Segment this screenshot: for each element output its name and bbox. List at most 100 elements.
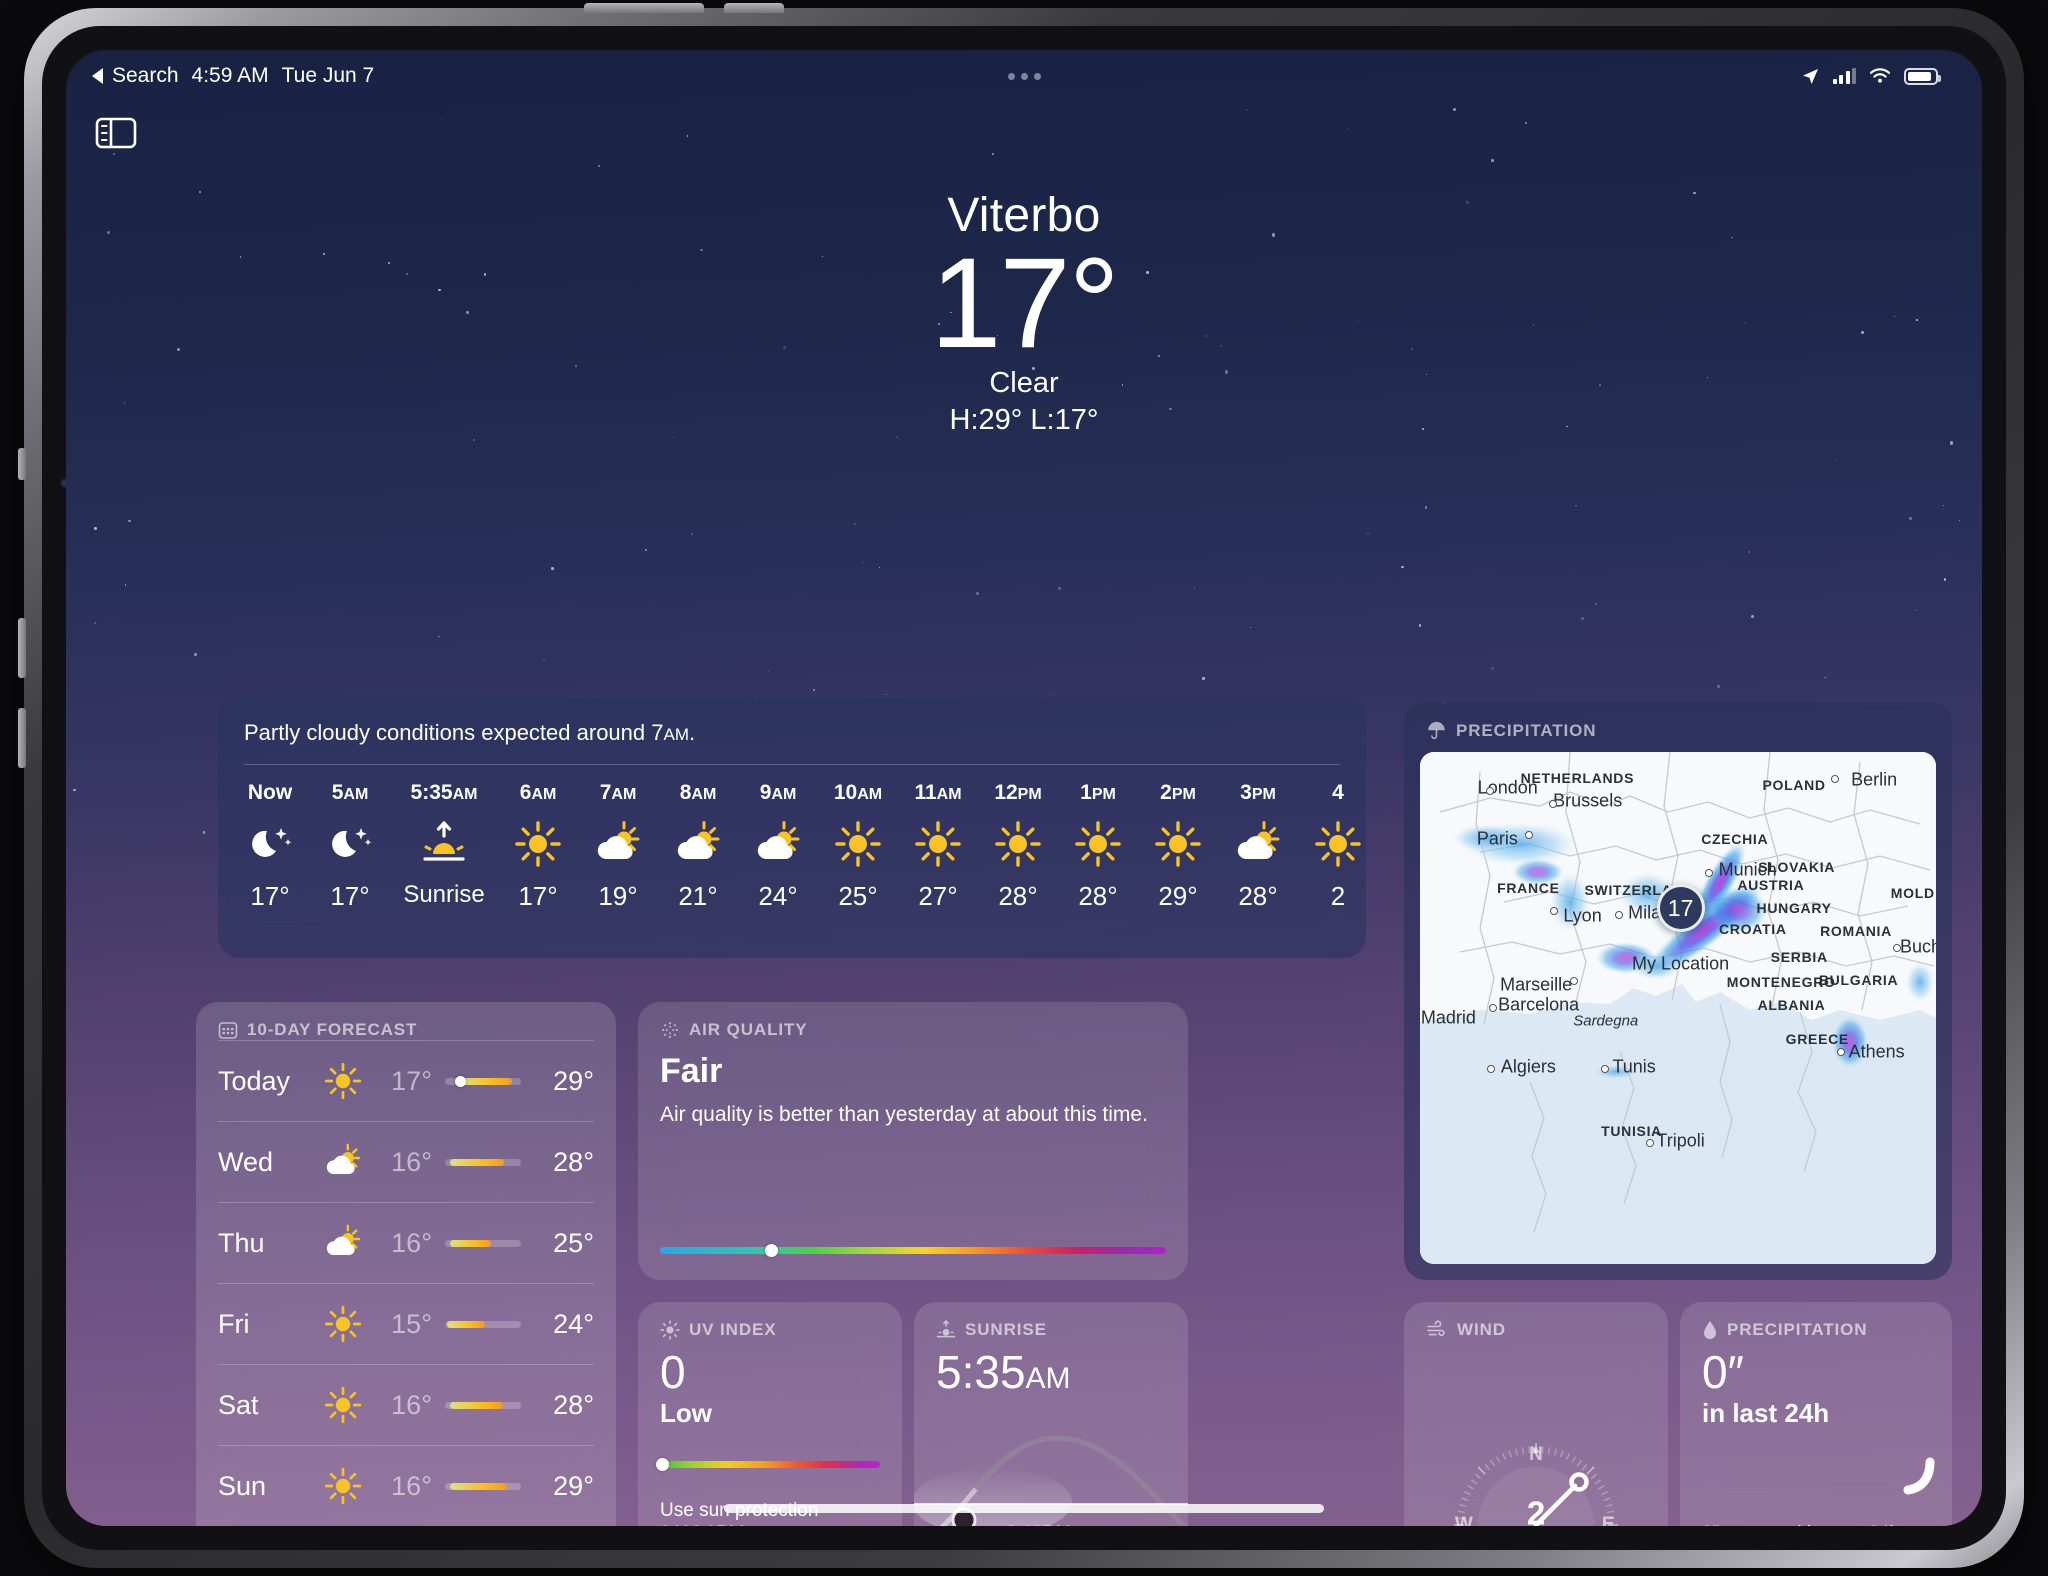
volume-button[interactable] — [584, 3, 704, 13]
map-city-dot — [1549, 799, 1558, 808]
sun-behind-cloud-icon — [326, 1224, 361, 1255]
sunrise-card[interactable]: SUNRISE 5:35AM Sunset: 8:48PM — [914, 1302, 1188, 1526]
hourly-forecast-card[interactable]: Partly cloudy conditions expected around… — [218, 698, 1366, 958]
weather-radar-map[interactable]: NETHERLANDS POLAND CZECHIA SLOVAKIA FRANCE SW… — [1420, 752, 1936, 1264]
forecast-temp-range-fill — [446, 1320, 486, 1328]
wind-compass: N E S W 2 mph — [1441, 1430, 1631, 1526]
ten-day-forecast-card[interactable]: 10-DAY FORECAST Today 17° 29° Wed 16° 28… — [196, 1002, 616, 1526]
map-city-dot — [1486, 786, 1495, 795]
forecast-day-row[interactable]: Sat 16° 28° — [218, 1364, 594, 1445]
precipitation-footer: 0″ expected in next 24h. — [1702, 1522, 1936, 1526]
sun-icon — [324, 1062, 362, 1100]
forecast-temp-range-fill — [449, 1158, 505, 1166]
hourly-item-icon — [310, 815, 390, 873]
hourly-item-icon — [738, 815, 818, 873]
current-temperature: 17° — [930, 231, 1120, 375]
map-country-label: HUNGARY — [1756, 900, 1832, 917]
sunset-footer: Sunset: 8:48PM — [936, 1522, 1172, 1526]
home-indicator[interactable] — [724, 1504, 1324, 1513]
uv-index-header-label: UV INDEX — [689, 1320, 777, 1339]
volume-down-button[interactable] — [18, 708, 26, 768]
map-city-label: Marseille — [1500, 974, 1573, 995]
sun-icon — [515, 821, 561, 867]
precipitation-map-card[interactable]: PRECIPITATION NETHERLANDS POLAND CZECHIA… — [1404, 702, 1952, 1280]
multitask-dots-icon[interactable] — [1007, 72, 1041, 80]
uv-index-scale — [656, 1458, 880, 1471]
sun-icon — [835, 821, 881, 867]
map-country-label: GREECE — [1785, 1030, 1849, 1047]
sun-behind-cloud-icon — [1237, 821, 1280, 859]
map-country-label: ALBANIA — [1757, 997, 1826, 1014]
air-quality-card[interactable]: AIR QUALITY Fair Air quality is better t… — [638, 1002, 1188, 1280]
umbrella-icon — [1428, 721, 1445, 740]
hourly-item-icon — [230, 815, 310, 873]
hourly-item-time: 1PM — [1080, 781, 1116, 804]
hourly-item-icon — [578, 815, 658, 873]
wind-icon — [1427, 1320, 1445, 1337]
forecast-day-row[interactable]: Wed 16° 28° — [218, 1121, 594, 1202]
map-city-dot — [1645, 1138, 1654, 1147]
hourly-item[interactable]: 5:35AM Sunrise — [390, 781, 498, 912]
sun-behind-cloud-icon — [326, 1143, 361, 1174]
hourly-item[interactable]: 3PM 28° — [1218, 781, 1298, 912]
map-city-dot — [1569, 977, 1578, 986]
map-country-label: POLAND — [1762, 777, 1826, 794]
hourly-item[interactable]: 12PM 28° — [978, 781, 1058, 912]
hourly-item[interactable]: Now 17° — [230, 781, 310, 912]
forecast-day-high: 29° — [553, 1470, 594, 1501]
forecast-day-row[interactable]: Thu 16° 25° — [218, 1202, 594, 1283]
forecast-day-low: 16° — [391, 1227, 432, 1258]
hourly-item[interactable]: 10AM 25° — [818, 781, 898, 912]
forecast-temp-range-bar — [445, 1401, 521, 1409]
sun-icon — [324, 1386, 362, 1424]
compass-north-label: N — [1529, 1443, 1543, 1465]
map-city-dot — [1615, 910, 1624, 919]
hourly-item[interactable]: 9AM 24° — [738, 781, 818, 912]
hourly-item[interactable]: 1PM 28° — [1058, 781, 1138, 912]
my-location-badge[interactable]: 17 — [1656, 884, 1705, 933]
hourly-item-temperature: 17° — [518, 881, 558, 911]
forecast-day-icon — [310, 1304, 376, 1344]
hourly-item[interactable]: 7AM 19° — [578, 781, 658, 912]
uv-index-card[interactable]: UV INDEX 0 Low Use sun protection 9AM-6P… — [638, 1302, 902, 1526]
forecast-day-high: 29° — [553, 1065, 594, 1096]
map-city-dot — [1489, 1004, 1498, 1012]
hourly-item[interactable]: 5AM 17° — [310, 781, 390, 912]
droplet-icon — [1704, 1321, 1716, 1339]
sun-icon — [995, 821, 1041, 867]
map-country-label: CZECHIA — [1701, 831, 1769, 848]
hourly-summary-ampm: AM — [663, 725, 689, 744]
forecast-day-icon — [310, 1466, 376, 1506]
forecast-day-row[interactable]: Sun 16° 29° — [218, 1445, 594, 1526]
forecast-day-row[interactable]: Fri 15° 24° — [218, 1283, 594, 1364]
corner-swipe-indicator — [1903, 1457, 1935, 1495]
hourly-item[interactable]: 11AM 27° — [898, 781, 978, 912]
map-country-label: SERBIA — [1770, 948, 1828, 965]
status-bar-time: 4:59 AM — [191, 64, 269, 87]
forecast-day-row[interactable]: Today 17° 29° — [218, 1040, 594, 1121]
hourly-item-icon — [498, 815, 578, 873]
hourly-item-icon — [978, 815, 1058, 873]
sidebar-toggle-button[interactable] — [94, 114, 138, 152]
hourly-item-temperature: 2 — [1330, 881, 1346, 911]
map-city-label: Buch — [1900, 936, 1936, 957]
hourly-scroll-strip[interactable]: Now 17° 5AM 17° 5:35AM Sunrise 6AM 17° 7… — [218, 765, 1366, 912]
hourly-item[interactable]: 4 2 — [1298, 781, 1366, 912]
hourly-item[interactable]: 2PM 29° — [1138, 781, 1218, 912]
hourly-item[interactable]: 8AM 21° — [658, 781, 738, 912]
power-button[interactable] — [724, 3, 784, 13]
sun-icon — [1075, 821, 1121, 867]
volume-up-button[interactable] — [18, 618, 26, 678]
back-triangle-icon[interactable] — [92, 68, 103, 84]
forecast-temp-range-bar — [445, 1239, 521, 1247]
wind-card[interactable]: WIND N E S W 2 mph — [1404, 1302, 1668, 1526]
back-to-search-label[interactable]: Search — [112, 64, 179, 88]
forecast-day-name: Thu — [218, 1227, 265, 1258]
map-city-label: Paris — [1476, 828, 1518, 849]
my-location-temperature: 17 — [1667, 894, 1694, 921]
forecast-day-high: 24° — [553, 1308, 594, 1339]
calendar-icon — [218, 1022, 238, 1039]
hourly-item[interactable]: 6AM 17° — [498, 781, 578, 912]
ten-day-header: 10-DAY FORECAST — [196, 1002, 616, 1040]
sunrise-time: 5:35AM — [914, 1340, 1188, 1396]
